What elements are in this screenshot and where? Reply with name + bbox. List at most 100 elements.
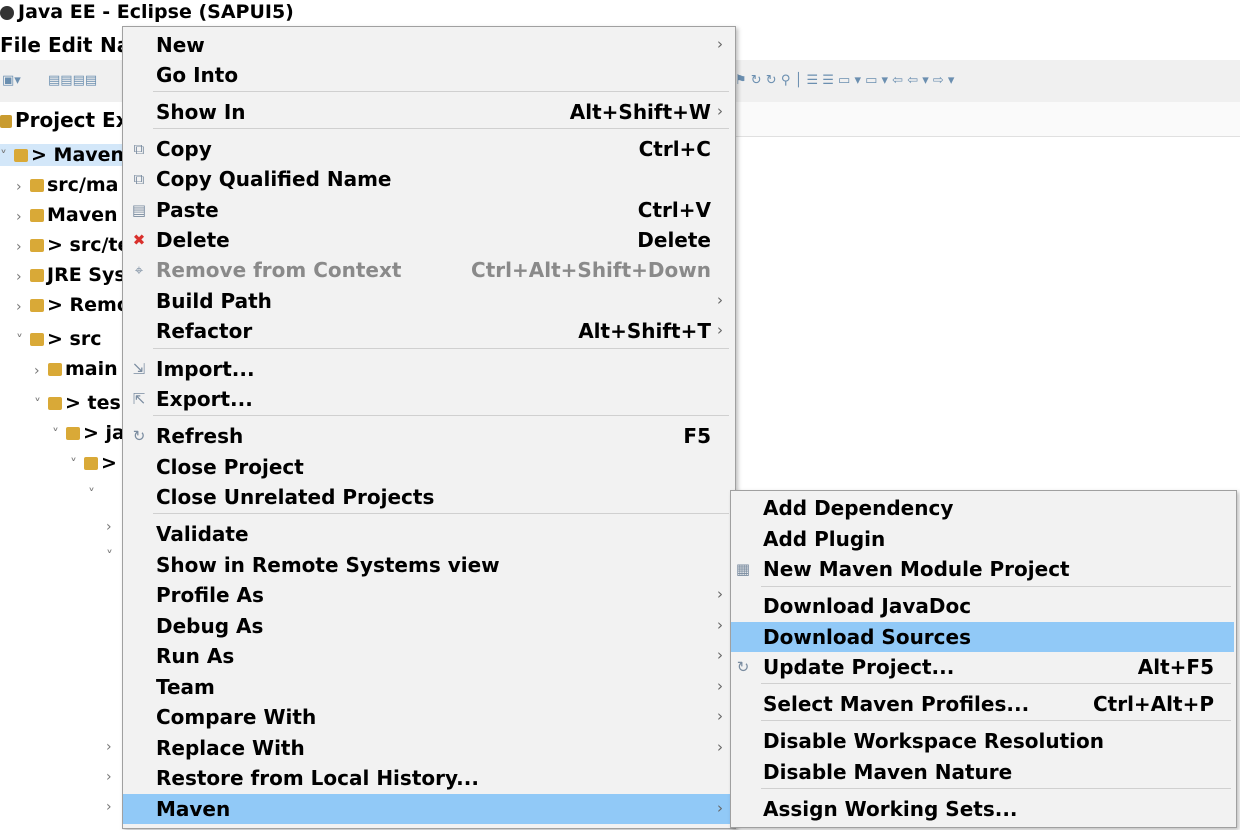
chevron-right-icon: ›	[717, 291, 723, 309]
menu-item-show-in-remote-systems-view[interactable]: Show in Remote Systems view	[123, 550, 733, 580]
update-project-icon: ↻	[736, 658, 750, 676]
menu-item-delete[interactable]: ✖ Delete Delete	[123, 225, 733, 255]
tree-row[interactable]: › main	[34, 358, 118, 380]
chevron-down-icon[interactable]: ˅	[88, 487, 100, 503]
tree-row[interactable]: ˅ > tes	[34, 392, 121, 414]
submenu-item-new-maven-module-project[interactable]: ▦ New Maven Module Project	[731, 554, 1234, 584]
submenu-item-assign-working-sets[interactable]: Assign Working Sets...	[731, 794, 1234, 824]
chevron-right-icon[interactable]: ›	[16, 239, 28, 255]
chevron-right-icon[interactable]: ›	[106, 769, 118, 785]
toolbar-actions-icon[interactable]: ⚑ ↻ ↻ ⚲ │ ☰ ☰ ▭ ▾ ▭ ▾ ⇦ ⇦ ▾ ⇨ ▾	[735, 73, 954, 88]
menu-item-label: Copy Qualified Name	[156, 167, 392, 191]
folder-icon	[30, 239, 44, 252]
menu-item-team[interactable]: Team ›	[123, 672, 733, 702]
copy-icon: ⧉	[133, 140, 145, 158]
menu-item-close-unrelated-projects[interactable]: Close Unrelated Projects	[123, 482, 733, 512]
export-icon: ⇱	[132, 390, 146, 408]
chevron-down-icon[interactable]: ˅	[106, 549, 118, 565]
tree-row[interactable]: ˅	[106, 544, 118, 566]
menu-item-debug-as[interactable]: Debug As ›	[123, 611, 733, 641]
tree-row[interactable]: › > src/te	[16, 234, 122, 256]
menu-item-validate[interactable]: Validate	[123, 519, 733, 549]
menu-item-remove-from-context[interactable]: ⌖ Remove from Context Ctrl+Alt+Shift+Down	[123, 255, 733, 285]
chevron-down-icon[interactable]: ˅	[34, 397, 46, 413]
tree-row[interactable]: › Maven	[16, 204, 118, 226]
menu-item-restore-from-local-history[interactable]: Restore from Local History...	[123, 763, 733, 793]
submenu-item-disable-maven-nature[interactable]: Disable Maven Nature	[731, 757, 1234, 787]
chevron-right-icon[interactable]: ›	[16, 269, 28, 285]
submenu-item-label: Update Project...	[763, 655, 955, 679]
menu-item-label: Run As	[156, 644, 235, 668]
chevron-down-icon[interactable]: ˅	[70, 457, 82, 473]
submenu-item-download-javadoc[interactable]: Download JavaDoc	[731, 591, 1234, 621]
chevron-right-icon[interactable]: ›	[106, 739, 118, 755]
submenu-item-download-sources[interactable]: Download Sources	[731, 622, 1234, 652]
chevron-right-icon: ›	[717, 321, 723, 339]
menu-item-profile-as[interactable]: Profile As ›	[123, 580, 733, 610]
menu-item-compare-with[interactable]: Compare With ›	[123, 702, 733, 732]
eclipse-icon	[0, 6, 14, 20]
tree-row[interactable]: ˅	[88, 482, 100, 504]
menu-item-go-into[interactable]: Go Into	[123, 60, 733, 90]
tree-row-label: JRE Sys	[47, 264, 122, 286]
tree-row[interactable]: › JRE Sys	[16, 264, 122, 286]
menu-item-show-in[interactable]: Show In Alt+Shift+W ›	[123, 97, 733, 127]
menu-item-refresh[interactable]: ↻ Refresh F5	[123, 421, 733, 451]
tree-row[interactable]: ›	[106, 764, 118, 786]
menu-item-shortcut: Alt+Shift+T	[578, 319, 711, 343]
tree-row[interactable]: ˅ > Maven	[0, 144, 122, 166]
menu-item-import[interactable]: ⇲ Import...	[123, 354, 733, 384]
chevron-down-icon[interactable]: ˅	[0, 149, 12, 165]
submenu-item-label: Assign Working Sets...	[763, 797, 1018, 821]
tree-row[interactable]: ˅ > ja	[52, 422, 122, 444]
menu-item-label: Export...	[156, 387, 253, 411]
folder-icon	[30, 209, 44, 222]
tree-row[interactable]: ˅ >	[70, 452, 117, 474]
tree-row-label: Maven	[47, 204, 118, 226]
chevron-right-icon[interactable]: ›	[16, 299, 28, 315]
tree-row[interactable]: ›	[106, 734, 118, 756]
menu-item-copy-qualified-name[interactable]: ⧉ Copy Qualified Name	[123, 164, 733, 194]
tree-row[interactable]: › src/ma	[16, 174, 119, 196]
submenu-item-select-maven-profiles[interactable]: Select Maven Profiles... Ctrl+Alt+P	[731, 689, 1234, 719]
menu-edit[interactable]: Edit	[48, 33, 92, 57]
menu-item-copy[interactable]: ⧉ Copy Ctrl+C	[123, 134, 733, 164]
menu-item-run-as[interactable]: Run As ›	[123, 641, 733, 671]
tree-row[interactable]: ›	[106, 514, 118, 536]
submenu-item-disable-workspace-resolution[interactable]: Disable Workspace Resolution	[731, 726, 1234, 756]
chevron-right-icon[interactable]: ›	[16, 209, 28, 225]
save-icon[interactable]: ▤▤▤▤	[48, 73, 97, 88]
menu-item-label: Go Into	[156, 63, 239, 87]
menu-item-paste[interactable]: ▤ Paste Ctrl+V	[123, 195, 733, 225]
menu-item-label: Close Project	[156, 455, 304, 479]
tree-row-label: > ja	[83, 422, 122, 444]
tree-row[interactable]: › > Remo	[16, 294, 122, 316]
tree-row[interactable]: ˅ > src	[16, 328, 101, 350]
project-explorer-header[interactable]: Project Exp	[0, 108, 122, 132]
new-wizard-icon[interactable]: ▣▾	[2, 73, 21, 88]
menu-separator	[153, 415, 729, 416]
menu-item-export[interactable]: ⇱ Export...	[123, 384, 733, 414]
menu-file[interactable]: File	[0, 33, 41, 57]
chevron-right-icon[interactable]: ›	[34, 363, 46, 379]
submenu-item-update-project[interactable]: ↻ Update Project... Alt+F5	[731, 652, 1234, 682]
chevron-right-icon[interactable]: ›	[106, 799, 118, 815]
chevron-right-icon: ›	[717, 35, 723, 53]
project-explorer: Project Exp ˅> Maven›src/ma›Maven›> src/…	[0, 102, 122, 829]
menu-item-build-path[interactable]: Build Path ›	[123, 286, 733, 316]
menu-item-maven[interactable]: Maven ›	[123, 794, 733, 824]
chevron-down-icon[interactable]: ˅	[16, 333, 28, 349]
folder-icon	[66, 427, 80, 440]
paste-icon: ▤	[131, 201, 147, 219]
menu-item-close-project[interactable]: Close Project	[123, 452, 733, 482]
chevron-down-icon[interactable]: ˅	[52, 427, 64, 443]
chevron-right-icon[interactable]: ›	[16, 179, 28, 195]
tree-row[interactable]: ›	[106, 794, 118, 816]
menu-item-replace-with[interactable]: Replace With ›	[123, 733, 733, 763]
menu-item-new[interactable]: New ›	[123, 30, 733, 60]
submenu-item-label: Disable Workspace Resolution	[763, 729, 1105, 753]
submenu-item-add-dependency[interactable]: Add Dependency	[731, 493, 1234, 523]
menu-item-refactor[interactable]: Refactor Alt+Shift+T ›	[123, 316, 733, 346]
chevron-right-icon[interactable]: ›	[106, 519, 118, 535]
submenu-item-add-plugin[interactable]: Add Plugin	[731, 524, 1234, 554]
